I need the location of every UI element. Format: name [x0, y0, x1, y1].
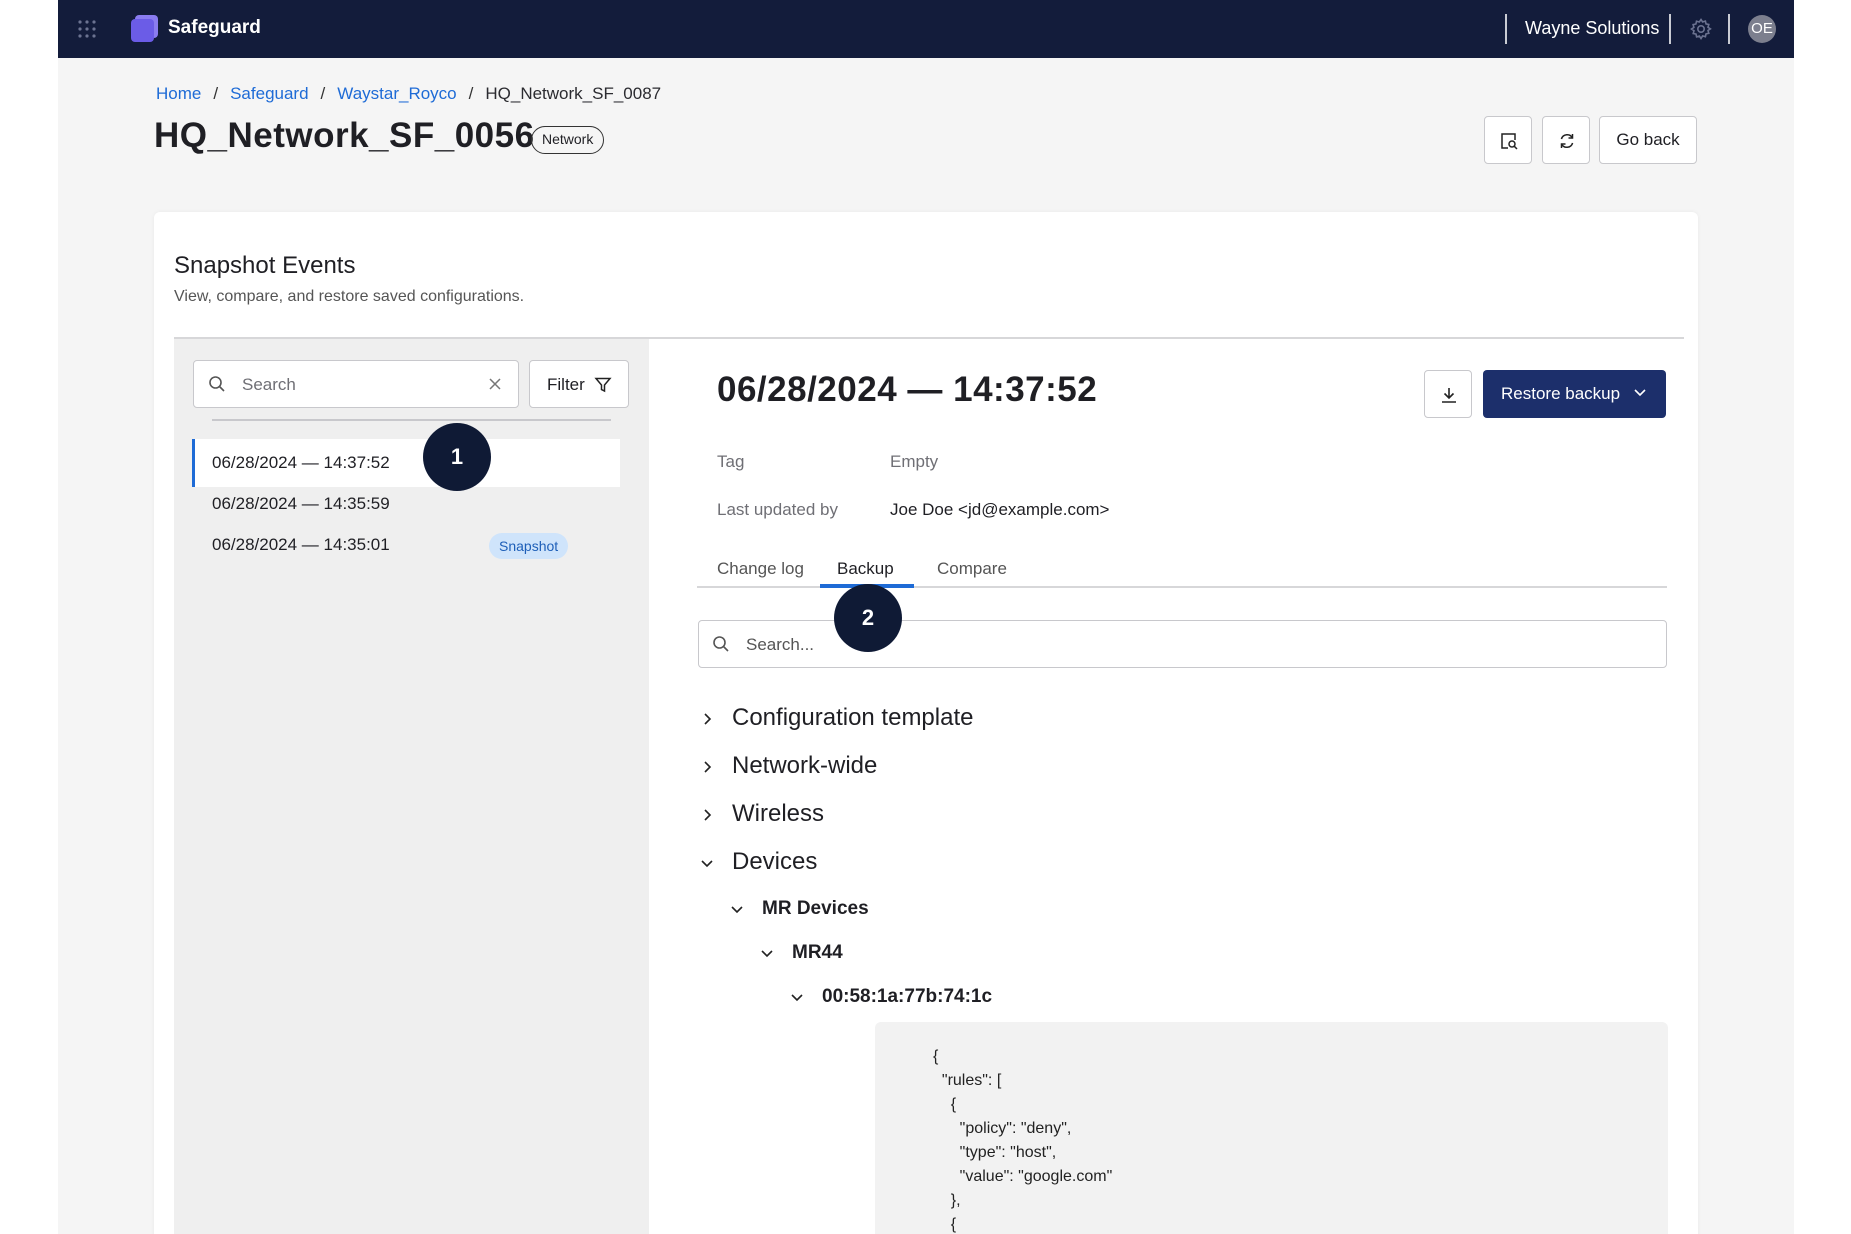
org-switcher[interactable]: Wayne Solutions — [1525, 18, 1659, 39]
code-line: }, — [933, 1192, 961, 1209]
restore-backup-label: Restore backup — [1501, 384, 1621, 403]
event-detail-title: 06/28/2024 — 14:37:52 — [717, 370, 1098, 409]
network-type-badge: Network — [531, 126, 605, 154]
filter-icon — [594, 377, 612, 393]
event-timestamp: 06/28/2024 — 14:35:59 — [212, 494, 390, 513]
tab-backup[interactable]: Backup — [837, 559, 894, 579]
search-placeholder: Search... — [746, 635, 815, 654]
code-line: { — [933, 1096, 957, 1113]
tree-label: MR Devices — [762, 898, 869, 919]
breadcrumb-current: HQ_Network_SF_0087 — [485, 84, 662, 103]
event-search-input[interactable]: Search — [193, 360, 519, 408]
divider — [1728, 14, 1730, 44]
download-icon — [1442, 388, 1456, 403]
code-line: "value": "google.com" — [933, 1168, 1113, 1185]
code-line: { — [933, 1048, 939, 1065]
top-bar: Safeguard Wayne Solutions OE — [58, 0, 1794, 58]
chevron-down-icon — [1634, 389, 1646, 397]
card-title: Snapshot Events — [174, 252, 356, 279]
tag-value: Empty — [890, 452, 939, 471]
tree-label: Configuration template — [732, 704, 974, 731]
chevron-down-icon — [791, 994, 803, 1002]
chevron-down-icon — [701, 860, 713, 868]
events-sidebar: Search Filter 06/28/2024 — 14:37:52 06/2… — [174, 339, 649, 1234]
snapshot-badge: Snapshot — [489, 533, 569, 559]
breadcrumb-separator: / — [468, 84, 474, 103]
chevron-right-icon — [704, 713, 712, 725]
tree-label: MR44 — [792, 942, 843, 963]
breadcrumb: Home / Safeguard / Waystar_Royco / HQ_Network_… — [156, 84, 661, 104]
avatar[interactable]: OE — [1748, 15, 1776, 43]
card-subtitle: View, compare, and restore saved configu… — [174, 288, 525, 305]
app-frame: Safeguard Wayne Solutions OE Home / Safegu… — [58, 0, 1794, 1234]
chevron-down-icon — [761, 950, 773, 958]
snapshot-events-card: Snapshot Events View, compare, and resto… — [154, 212, 1698, 1234]
tab-compare[interactable]: Compare — [937, 559, 1007, 579]
tree-label: Wireless — [732, 800, 825, 827]
brand-logo-icon — [131, 15, 158, 42]
apps-grid-icon[interactable] — [77, 19, 97, 39]
json-code-block: { "rules": [ { "policy": "deny", "type":… — [875, 1022, 1668, 1234]
page-title: HQ_Network_SF_0056 — [154, 116, 535, 155]
last-updated-label: Last updated by — [717, 500, 838, 519]
preview-button[interactable] — [1484, 116, 1532, 164]
tree-label: Network-wide — [732, 752, 878, 779]
event-timestamp: 06/28/2024 — 14:35:01 — [212, 535, 390, 554]
download-button[interactable] — [1424, 370, 1472, 418]
filter-label: Filter — [547, 375, 585, 394]
restore-backup-button[interactable]: Restore backup — [1483, 370, 1666, 418]
step-marker-1: 1 — [423, 423, 491, 491]
breadcrumb-waystar-royco[interactable]: Waystar_Royco — [337, 84, 456, 103]
step-marker-2: 2 — [834, 584, 902, 652]
gear-icon[interactable] — [1689, 17, 1713, 41]
chevron-right-icon — [704, 761, 712, 773]
go-back-button[interactable]: Go back — [1599, 116, 1697, 164]
code-line: { — [933, 1216, 957, 1233]
divider — [212, 419, 611, 421]
search-document-icon — [1501, 133, 1518, 150]
breadcrumb-separator: / — [320, 84, 326, 103]
event-timestamp: 06/28/2024 — 14:37:52 — [212, 453, 390, 472]
refresh-button[interactable] — [1542, 116, 1590, 164]
refresh-icon — [1560, 133, 1574, 149]
tree-label: 00:58:1a:77b:74:1c — [822, 986, 993, 1007]
brand-name: Safeguard — [168, 17, 261, 38]
breadcrumb-separator: / — [213, 84, 219, 103]
event-list-item[interactable]: 06/28/2024 — 14:35:01 Snapshot — [193, 521, 620, 569]
breadcrumb-home[interactable]: Home — [156, 84, 201, 103]
tree-label: Devices — [732, 848, 818, 875]
code-line: "type": "host", — [933, 1144, 1057, 1161]
tab-change-log[interactable]: Change log — [717, 559, 804, 579]
code-line: "rules": [ — [933, 1072, 1002, 1089]
filter-button[interactable]: Filter — [529, 360, 629, 408]
search-placeholder: Search — [242, 375, 296, 394]
chevron-down-icon — [731, 906, 743, 914]
divider — [1669, 14, 1671, 44]
tag-label: Tag — [717, 452, 745, 471]
chevron-right-icon — [704, 809, 712, 821]
code-line: "policy": "deny", — [933, 1120, 1072, 1137]
search-icon — [209, 376, 225, 392]
close-icon[interactable] — [487, 376, 503, 392]
search-icon — [713, 636, 729, 652]
breadcrumb-safeguard[interactable]: Safeguard — [230, 84, 308, 103]
last-updated-value: Joe Doe <jd@example.com> — [890, 500, 1110, 519]
divider — [1505, 14, 1507, 44]
